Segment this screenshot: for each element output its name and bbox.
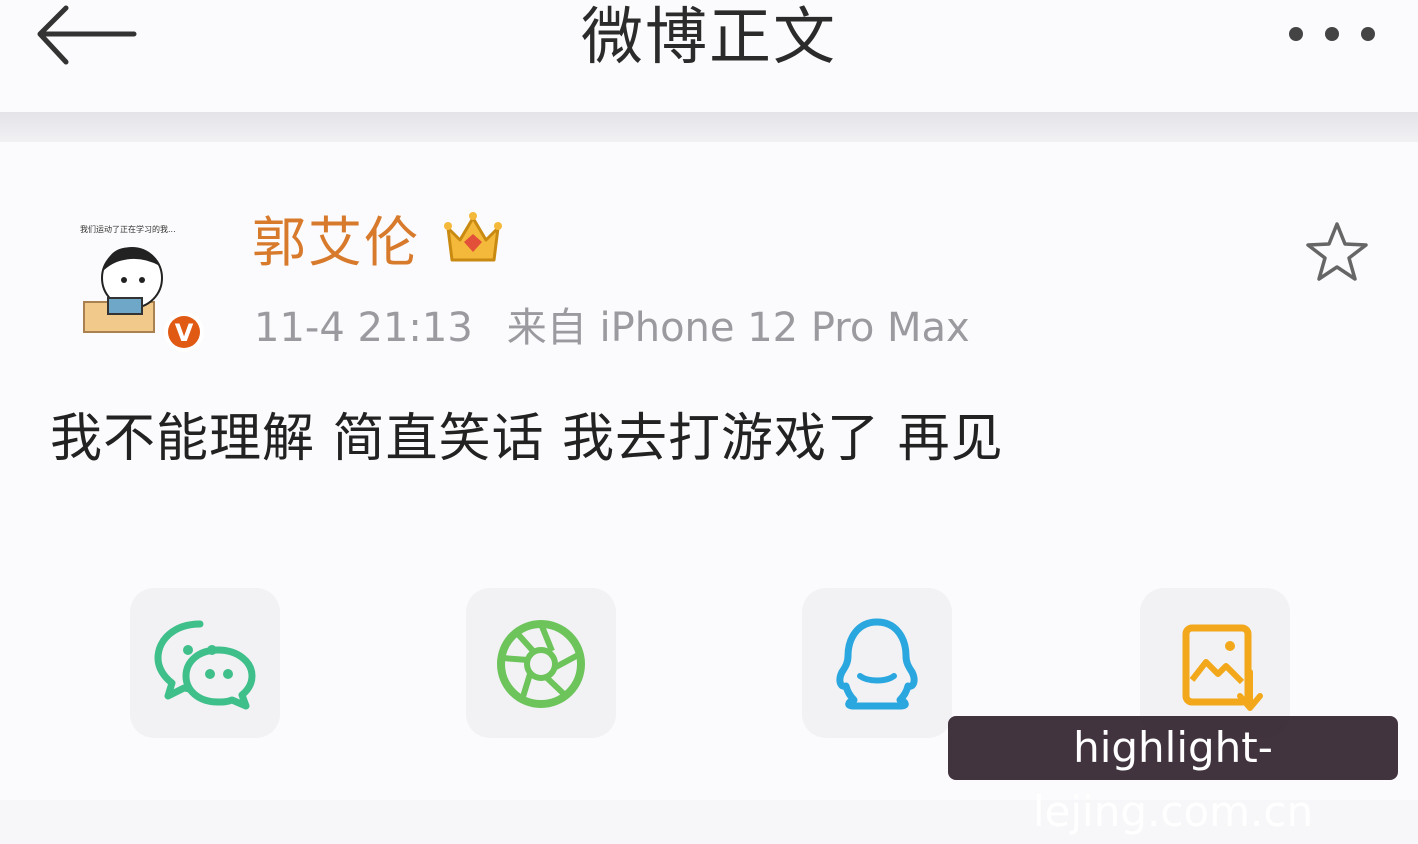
moments-icon bbox=[497, 620, 585, 708]
crown-icon[interactable] bbox=[442, 210, 504, 268]
share-qq-button[interactable] bbox=[802, 588, 952, 738]
post-text: 我不能理解 简直笑话 我去打游戏了 再见 bbox=[50, 409, 1004, 469]
post-source: 来自 iPhone 12 Pro Max bbox=[506, 305, 970, 351]
qq-icon bbox=[836, 618, 918, 710]
post-meta: 11-4 21:13 来自 iPhone 12 Pro Max bbox=[254, 300, 970, 356]
share-moments-button[interactable] bbox=[466, 588, 616, 738]
more-dots-icon[interactable] bbox=[1284, 22, 1380, 46]
page-title: 微博正文 bbox=[580, 0, 837, 73]
share-wechat-button[interactable] bbox=[130, 588, 280, 738]
top-nav-bar: 微博正文 bbox=[0, 0, 1418, 113]
verified-badge: V bbox=[175, 319, 194, 347]
avatar[interactable]: 我们运动了正在学习的我... V bbox=[72, 214, 212, 354]
wechat-icon bbox=[154, 620, 256, 710]
post-time: 11-4 21:13 bbox=[254, 305, 473, 351]
watermark: highlight-lejing.com.cn bbox=[948, 716, 1398, 836]
star-icon[interactable] bbox=[1304, 220, 1370, 284]
avatar-caption: 我们运动了正在学习的我... bbox=[80, 224, 176, 234]
section-divider bbox=[0, 112, 1418, 142]
username[interactable]: 郭艾伦 bbox=[252, 208, 420, 278]
